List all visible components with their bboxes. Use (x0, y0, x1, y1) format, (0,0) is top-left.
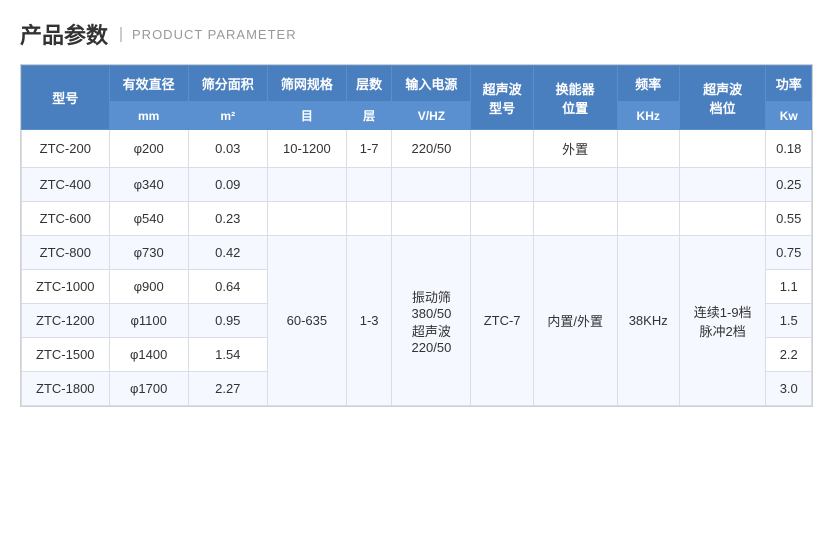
col-header-diameter: 有效直径 (109, 66, 188, 102)
col-header-model: 型号 (22, 66, 110, 130)
page-header: 产品参数 PRODUCT PARAMETER (20, 18, 813, 50)
table-body: ZTC-200φ2000.0310-12001-7220/50外置0.18ZTC… (22, 130, 812, 406)
col-sub-mm: mm (109, 102, 188, 130)
product-table-wrapper: 振泰机械 ZHENTAIJIXIE 型号 有效直径 筛分面积 筛网规格 层数 输… (20, 64, 813, 407)
col-header-layers: 层数 (346, 66, 391, 102)
col-header-frequency: 频率 (617, 66, 679, 102)
col-header-transducer: 换能器位置 (533, 66, 617, 130)
col-header-gear: 超声波档位 (679, 66, 766, 130)
page-title-cn: 产品参数 (20, 18, 108, 50)
col-sub-vhz: V/HZ (392, 102, 471, 130)
table-row: ZTC-600φ5400.230.55 (22, 202, 812, 236)
col-sub-m2: m² (188, 102, 267, 130)
col-sub-khz: KHz (617, 102, 679, 130)
col-sub-layer-unit: 层 (346, 102, 391, 130)
col-header-ultrasound-model: 超声波型号 (471, 66, 533, 130)
col-sub-kw: Kw (766, 102, 812, 130)
table-row: ZTC-800φ7300.4260-6351-3振动筛 380/50 超声波 2… (22, 236, 812, 270)
col-header-mesh: 筛网规格 (267, 66, 346, 102)
col-sub-mesh-unit: 目 (267, 102, 346, 130)
col-header-area: 筛分面积 (188, 66, 267, 102)
col-header-power-kw: 功率 (766, 66, 812, 102)
page-title-en: PRODUCT PARAMETER (120, 27, 297, 42)
table-row: ZTC-400φ3400.090.25 (22, 168, 812, 202)
col-header-power-input: 输入电源 (392, 66, 471, 102)
table-row: ZTC-200φ2000.0310-12001-7220/50外置0.18 (22, 130, 812, 168)
product-table: 型号 有效直径 筛分面积 筛网规格 层数 输入电源 超声波型号 换能器位置 频率… (21, 65, 812, 406)
table-header-row-1: 型号 有效直径 筛分面积 筛网规格 层数 输入电源 超声波型号 换能器位置 频率… (22, 66, 812, 102)
